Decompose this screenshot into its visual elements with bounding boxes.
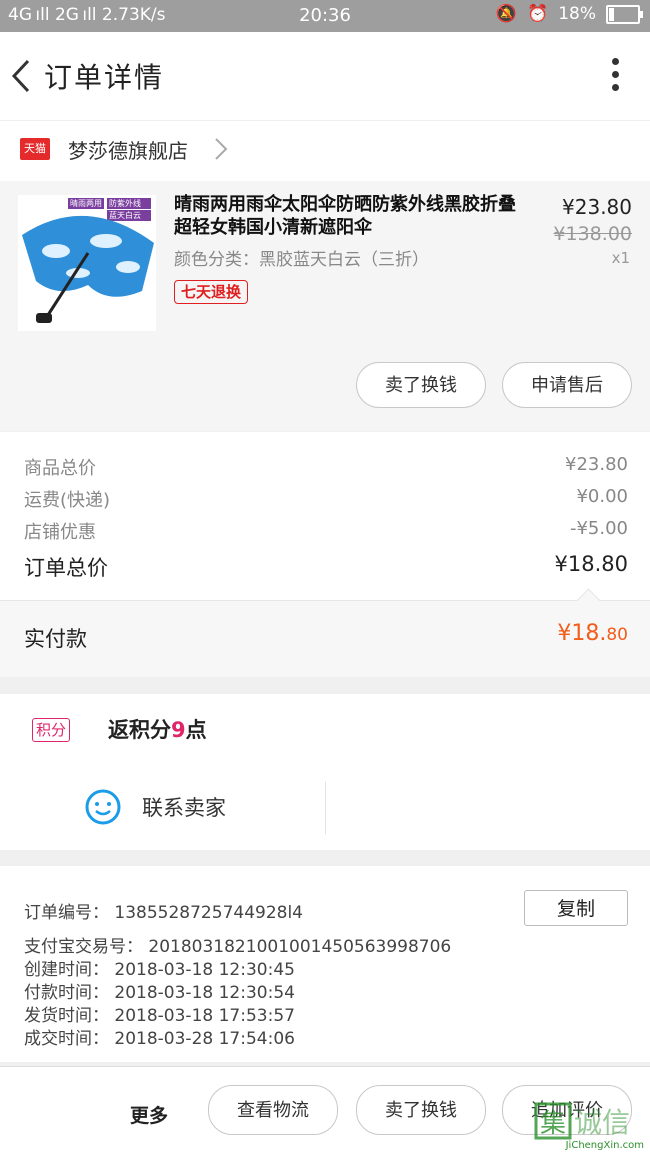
alipay-number: 支付宝交易号： 2018031821001001450563998706 bbox=[24, 937, 452, 957]
points-suffix: 点 bbox=[185, 718, 207, 742]
mute-icon: 🔕 bbox=[495, 4, 518, 24]
order-total-row: 订单总价 ¥18.80 bbox=[24, 552, 628, 582]
summary-row: 店铺优惠 -¥5.00 bbox=[24, 518, 628, 548]
summary-label: 商品总价 bbox=[24, 458, 96, 479]
page-title: 订单详情 bbox=[44, 61, 165, 94]
image-label: 蓝天白云 bbox=[109, 211, 141, 220]
status-icons: 🔕 ⏰ 18% bbox=[495, 4, 643, 24]
order-info: 订单编号： 1385528725744928l4 复制 支付宝交易号： 2018… bbox=[0, 866, 650, 1062]
product-title: 晴雨两用雨伞太阳伞防晒防紫外线黑胶折叠超轻女韩国小清新遮阳伞 bbox=[174, 194, 516, 238]
copy-button[interactable]: 复制 bbox=[524, 890, 628, 926]
order-total-value: ¥18.80 bbox=[554, 552, 628, 576]
resell-button[interactable]: 卖了换钱 bbox=[356, 1085, 486, 1135]
watermark-text: JiChengXin.com bbox=[565, 1140, 644, 1151]
created-time: 创建时间： 2018-03-18 12:30:45 bbox=[24, 960, 295, 980]
product-original-price: ¥138.00 bbox=[553, 223, 632, 245]
points-number: 9 bbox=[171, 718, 186, 742]
paid-value-cents: 80 bbox=[606, 625, 628, 645]
more-button[interactable]: 更多 bbox=[130, 1101, 168, 1128]
app-header: 订单详情 bbox=[0, 32, 650, 120]
product-price: ¥23.80 bbox=[562, 195, 632, 219]
points-row: 积分 返积分9点 bbox=[0, 694, 650, 766]
order-number: 订单编号： 1385528725744928l4 bbox=[24, 903, 303, 923]
store-name: 梦莎德旗舰店 bbox=[68, 139, 188, 163]
order-total-label: 订单总价 bbox=[24, 556, 108, 580]
back-arrow-icon[interactable] bbox=[10, 58, 34, 94]
points-prefix: 返积分 bbox=[108, 718, 171, 742]
summary-value: -¥5.00 bbox=[569, 518, 628, 539]
chevron-right-icon bbox=[215, 138, 228, 160]
summary-row: 商品总价 ¥23.80 bbox=[24, 454, 628, 484]
return-policy-badge: 七天退换 bbox=[174, 280, 249, 304]
battery-percent: 18% bbox=[558, 4, 596, 24]
battery-icon bbox=[606, 4, 643, 24]
paid-amount-row: 实付款 ¥18.80 bbox=[0, 588, 650, 677]
more-menu-icon[interactable] bbox=[610, 58, 620, 94]
summary-row: 运费(快递) ¥0.00 bbox=[24, 486, 628, 516]
product-sku: 颜色分类：黑胶蓝天白云（三折） bbox=[174, 250, 429, 270]
price-summary: 商品总价 ¥23.80 运费(快递) ¥0.00 店铺优惠 -¥5.00 订单总… bbox=[0, 432, 650, 600]
view-logistics-button[interactable]: 查看物流 bbox=[208, 1085, 338, 1135]
contact-row: 联系卖家 bbox=[0, 766, 650, 850]
svg-text:集: 集 bbox=[540, 1109, 566, 1139]
summary-label: 店铺优惠 bbox=[24, 522, 96, 543]
product-quantity: x1 bbox=[611, 249, 630, 267]
image-label: 晴雨两用 bbox=[70, 199, 102, 208]
contact-seller-button[interactable]: 联系卖家 bbox=[142, 792, 226, 822]
summary-value: ¥0.00 bbox=[576, 486, 628, 507]
shipped-time: 发货时间： 2018-03-18 17:53:57 bbox=[24, 1006, 295, 1026]
store-row[interactable]: 天猫 梦莎德旗舰店 bbox=[0, 120, 650, 181]
points-badge: 积分 bbox=[32, 718, 71, 742]
paid-value: ¥18.80 bbox=[557, 621, 628, 646]
resell-button[interactable]: 卖了换钱 bbox=[356, 362, 486, 408]
svg-text:诚信: 诚信 bbox=[574, 1106, 630, 1139]
summary-label: 运费(快递) bbox=[24, 490, 111, 511]
image-label: 防紫外线 bbox=[109, 199, 141, 208]
status-bar: 4G ıll 2G ıll 2.73K/s 20:36 🔕 ⏰ 18% bbox=[0, 0, 650, 32]
alarm-icon: ⏰ bbox=[527, 4, 549, 24]
paid-label: 实付款 bbox=[24, 627, 87, 651]
points-text: 返积分9点 bbox=[108, 714, 207, 744]
after-sales-button[interactable]: 申请售后 bbox=[502, 362, 632, 408]
chat-smile-icon[interactable] bbox=[84, 788, 122, 826]
tmall-logo-icon: 天猫 bbox=[20, 138, 50, 160]
product-image[interactable]: 晴雨两用 防紫外线 蓝天白云 bbox=[18, 195, 156, 331]
paid-time: 付款时间： 2018-03-18 12:30:54 bbox=[24, 983, 295, 1003]
product-item[interactable]: 晴雨两用 防紫外线 蓝天白云 晴雨两用雨伞太阳伞防晒防紫外线黑胶折叠超轻女韩国小… bbox=[0, 181, 650, 431]
summary-value: ¥23.80 bbox=[565, 454, 628, 475]
completed-time: 成交时间： 2018-03-28 17:54:06 bbox=[24, 1029, 295, 1049]
divider bbox=[325, 782, 326, 834]
paid-value-main: ¥18. bbox=[557, 621, 607, 646]
